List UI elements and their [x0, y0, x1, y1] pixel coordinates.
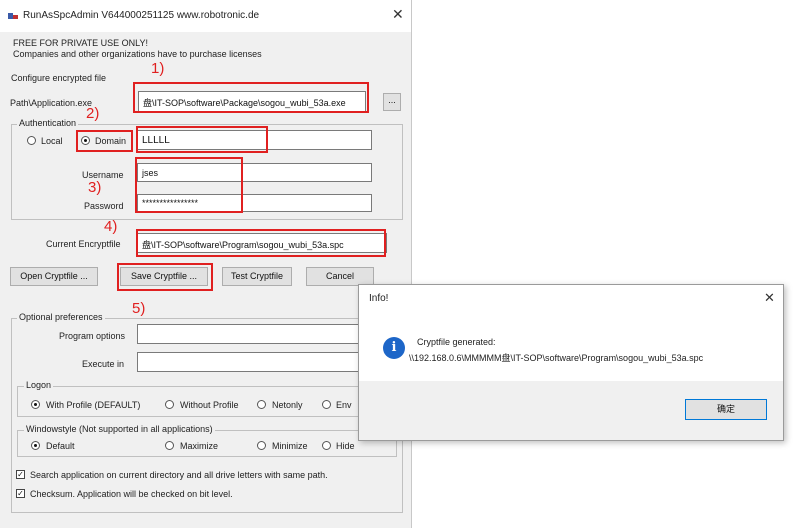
app-icon: [8, 13, 18, 19]
logon-option-label: Env: [336, 400, 352, 410]
open-cryptfile-button[interactable]: Open Cryptfile ...: [10, 267, 98, 286]
windowstyle-option-label: Default: [46, 441, 75, 451]
license-notice-detail: Companies and other organizations have t…: [13, 49, 262, 59]
browse-button[interactable]: ...: [383, 93, 401, 111]
dialog-title: Info!: [369, 293, 389, 304]
windowstyle-option-label: Maximize: [180, 441, 219, 451]
annotation-1: 1): [151, 60, 165, 77]
annotation-box-1: [133, 82, 369, 113]
checksum-label: Checksum. Application will be checked on…: [30, 489, 233, 499]
annotation-box-4: [136, 229, 386, 257]
local-radio[interactable]: [27, 136, 36, 145]
windowstyle-option-label: Minimize: [272, 441, 308, 451]
windowstyle-maximize-radio[interactable]: [165, 441, 174, 450]
test-cryptfile-button[interactable]: Test Cryptfile: [222, 267, 292, 286]
windowstyle-title: Windowstyle (Not supported in all applic…: [24, 424, 215, 434]
local-radio-label: Local: [41, 136, 63, 146]
search-drives-label: Search application on current directory …: [30, 470, 328, 480]
annotation-box-2b: [136, 126, 268, 153]
window-title: RunAsSpcAdmin V644000251125 www.robotron…: [23, 10, 260, 21]
authentication-title: Authentication: [17, 118, 79, 128]
annotation-2: 2): [86, 105, 100, 122]
configure-label: Configure encrypted file: [11, 73, 107, 83]
dialog-close-icon[interactable]: ✕: [764, 290, 775, 306]
license-notice: FREE FOR PRIVATE USE ONLY!: [13, 38, 149, 48]
checksum-checkbox[interactable]: ✓: [16, 489, 25, 498]
logon-title: Logon: [24, 380, 54, 390]
dialog-message-title: Cryptfile generated:: [417, 337, 496, 347]
path-label: Path\Application.exe: [10, 98, 93, 108]
annotation-box-5: [117, 263, 213, 291]
annotation-box-2a: [76, 130, 133, 152]
annotation-5: 5): [132, 300, 146, 317]
execute-in-input[interactable]: [137, 352, 359, 372]
logon-netonly-radio[interactable]: [257, 400, 266, 409]
annotation-box-3: [135, 157, 243, 213]
logon-option-label: Netonly: [272, 400, 303, 410]
current-cryptfile-label: Current Encryptfile: [46, 239, 121, 249]
title-bar: RunAsSpcAdmin V644000251125 www.robotron…: [0, 0, 411, 32]
dialog-message-path: \\192.168.0.6\MMMMM盘\IT-SOP\software\Pro…: [409, 353, 704, 363]
program-options-input[interactable]: [137, 324, 359, 344]
program-options-label: Program options: [59, 331, 126, 341]
windowstyle-option-label: Hide: [336, 441, 355, 451]
password-label: Password: [84, 201, 124, 211]
logon-env-radio[interactable]: [322, 400, 331, 409]
annotation-4: 4): [104, 218, 118, 235]
logon-option-label: With Profile (DEFAULT): [46, 400, 141, 410]
windowstyle-default-radio[interactable]: [31, 441, 40, 450]
windowstyle-minimize-radio[interactable]: [257, 441, 266, 450]
search-drives-checkbox[interactable]: ✓: [16, 470, 25, 479]
logon-option-label: Without Profile: [180, 400, 239, 410]
info-dialog: Info! ✕ i Cryptfile generated: \\192.168…: [358, 284, 784, 441]
logon-without-profile-radio[interactable]: [165, 400, 174, 409]
close-icon[interactable]: ✕: [392, 6, 404, 23]
windowstyle-hide-radio[interactable]: [322, 441, 331, 450]
logon-with-profile-radio[interactable]: [31, 400, 40, 409]
dialog-footer: 确定: [359, 381, 783, 440]
info-icon: i: [383, 337, 405, 359]
optional-preferences-title: Optional preferences: [17, 312, 105, 322]
ok-button[interactable]: 确定: [685, 399, 767, 420]
execute-in-label: Execute in: [82, 359, 125, 369]
annotation-3: 3): [88, 179, 102, 196]
